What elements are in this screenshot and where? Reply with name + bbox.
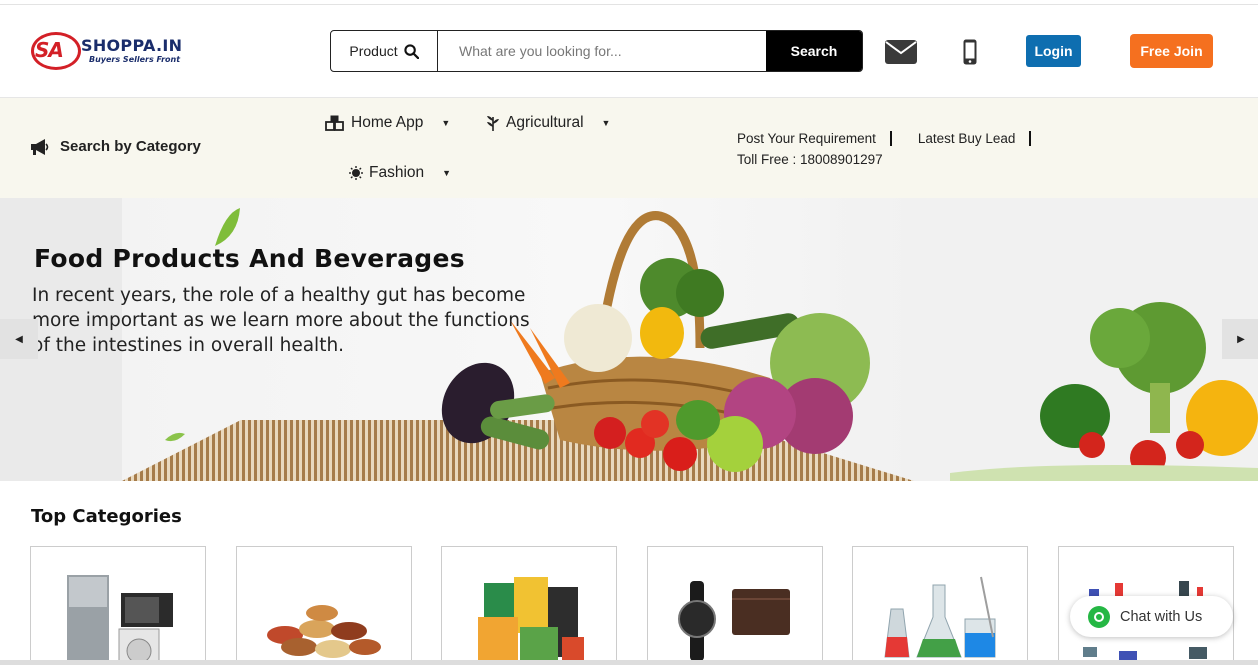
- login-button[interactable]: Login: [1026, 35, 1081, 67]
- free-join-button[interactable]: Free Join: [1130, 34, 1213, 68]
- banner-title: Food Products And Beverages: [34, 244, 465, 273]
- search-by-category[interactable]: Search by Category: [30, 138, 201, 155]
- search-button[interactable]: Search: [766, 31, 862, 71]
- carousel-next-button[interactable]: ▶: [1222, 319, 1258, 359]
- mobile-phone-icon[interactable]: [963, 39, 977, 65]
- chevron-right-icon: ▶: [1237, 333, 1245, 345]
- toll-free-number: Toll Free : 18008901297: [737, 152, 883, 167]
- carousel-prev-button[interactable]: ◀: [0, 319, 38, 359]
- search-by-category-label: Search by Category: [60, 138, 201, 155]
- nav-home-app[interactable]: Home App ▼: [325, 114, 450, 132]
- search-type-select[interactable]: Product: [331, 31, 438, 71]
- envelope-icon[interactable]: [885, 40, 917, 64]
- category-card-watches[interactable]: [647, 546, 823, 665]
- search-icon: [404, 43, 419, 59]
- nav-fashion-label: Fashion: [369, 164, 425, 181]
- site-logo[interactable]: SA SHOPPA.IN Buyers Sellers Front: [31, 32, 211, 72]
- search-input[interactable]: [439, 31, 767, 71]
- brand-tagline: Buyers Sellers Front: [89, 55, 181, 64]
- megaphone-icon: [31, 138, 49, 155]
- divider: [889, 131, 892, 146]
- category-card-grains[interactable]: [236, 546, 412, 665]
- top-categories-title: Top Categories: [31, 506, 182, 527]
- search-bar: Product Search: [330, 30, 863, 72]
- nav-home-app-label: Home App: [351, 114, 424, 131]
- nav-fashion[interactable]: Fashion ▼: [349, 164, 451, 182]
- chevron-down-icon: ▼: [441, 118, 451, 128]
- latest-buy-lead-link[interactable]: Latest Buy Lead: [918, 128, 1016, 149]
- category-card-lab[interactable]: [852, 546, 1028, 665]
- search-type-label: Product: [349, 43, 398, 59]
- top-border: [0, 0, 1258, 5]
- packaged-food-image: [478, 577, 584, 665]
- post-requirement-link[interactable]: Post Your Requirement: [737, 128, 876, 149]
- grains-and-spices-image: [267, 605, 381, 658]
- header: SA SHOPPA.IN Buyers Sellers Front Produc…: [0, 6, 1258, 98]
- sun-icon: [349, 166, 363, 180]
- cubes-icon: [325, 115, 344, 131]
- category-card-appliances[interactable]: [30, 546, 206, 665]
- chat-label: Chat with Us: [1120, 608, 1203, 625]
- divider: [1029, 131, 1032, 146]
- logo-mark: SA: [35, 38, 64, 62]
- category-bar: Search by Category Home App ▼ Agricultur…: [0, 98, 1258, 198]
- nav-agricultural-label: Agricultural: [506, 114, 584, 131]
- quick-links: Post Your Requirement Latest Buy Lead To…: [737, 128, 1057, 170]
- chat-with-us-button[interactable]: Chat with Us: [1070, 596, 1233, 637]
- watch-and-wallet-image: [678, 581, 790, 661]
- brand-name: SHOPPA.IN: [81, 36, 183, 55]
- bottom-scroll-edge: [0, 660, 1258, 665]
- chevron-down-icon: ▼: [442, 168, 452, 178]
- nav-agricultural[interactable]: Agricultural ▼: [486, 114, 610, 132]
- lab-glassware-image: [884, 576, 996, 658]
- chevron-down-icon: ▼: [601, 118, 611, 128]
- whatsapp-icon: [1088, 605, 1110, 628]
- category-card-packaged-food[interactable]: [441, 546, 617, 665]
- sprout-icon: [487, 116, 499, 131]
- banner-text: In recent years, the role of a healthy g…: [32, 285, 530, 356]
- chevron-left-icon: ◀: [15, 333, 23, 345]
- home-appliances-image: [67, 575, 173, 665]
